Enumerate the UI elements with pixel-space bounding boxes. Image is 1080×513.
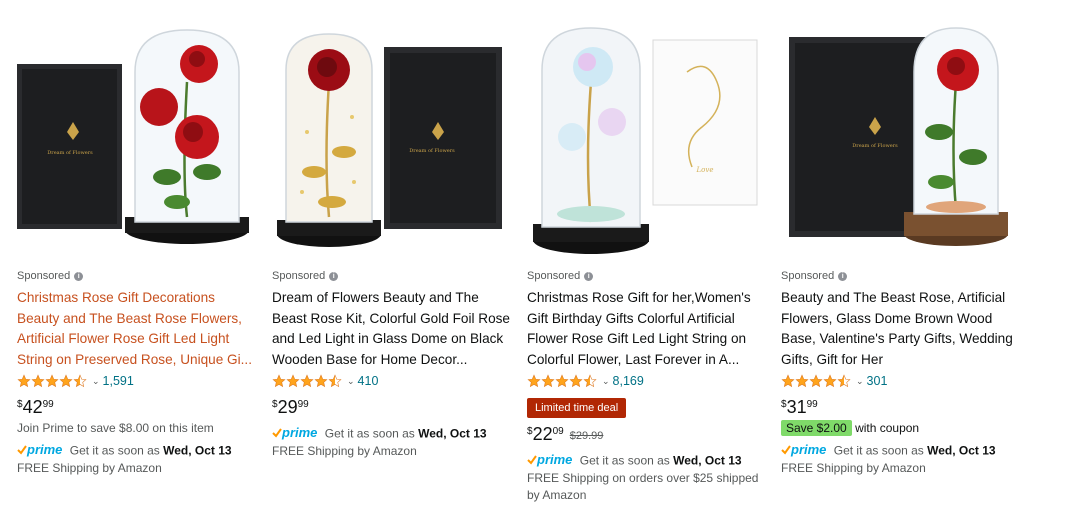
rating-count[interactable]: 301 [867,374,888,388]
chevron-down-icon[interactable]: ⌄ [347,376,355,387]
delivery-line-1: prime Get it as soon as Wed, Oct 13 [17,442,232,458]
info-icon[interactable]: i [838,271,848,281]
prime-logo-icon: prime [272,425,317,440]
info-icon[interactable]: i [329,271,339,281]
svg-text:Dream of Flowers: Dream of Flowers [852,143,898,149]
star-rating-icon[interactable] [17,374,87,388]
product-title-1[interactable]: Christmas Rose Gift Decorations Beauty a… [17,288,259,370]
shipping-text-4: FREE Shipping by Amazon [781,461,926,475]
info-icon[interactable]: i [584,271,594,281]
limited-deal-badge: Limited time deal [527,398,627,418]
rating-3: ⌄ 8,169 [527,374,644,388]
prime-logo-icon: prime [527,452,572,467]
product-card-4: Dream of Flowers Sponsored i Beauty and … [781,0,1026,513]
shipping-text-1: FREE Shipping by Amazon [17,461,162,475]
product-image-3[interactable]: Love [527,22,772,262]
star-rating-icon[interactable] [272,374,342,388]
info-icon[interactable]: i [74,271,84,281]
product-card-3: Love Sponsored i Christmas Rose Gift for… [527,0,772,513]
price-3[interactable]: $ 22 09 $29.99 [527,424,603,445]
svg-text:Love: Love [696,166,714,174]
delivery-line-2: prime Get it as soon as Wed, Oct 13 [272,425,487,441]
rating-2: ⌄ 410 [272,374,378,388]
sponsored-label: Sponsored i [781,270,848,282]
delivery-line-4: prime Get it as soon as Wed, Oct 13 [781,442,996,458]
product-image-4[interactable]: Dream of Flowers [781,22,1026,262]
product-card-2: Dream of Flowers Sponsored i Dream of Fl… [272,0,517,513]
price-1[interactable]: $ 42 99 [17,397,54,418]
product-image-1[interactable]: Dream of Flowers [17,22,262,262]
svg-text:Dream of Flowers: Dream of Flowers [47,150,93,156]
sponsored-label: Sponsored i [527,270,594,282]
svg-text:Dream of Flowers: Dream of Flowers [409,148,455,154]
delivery-date: Wed, Oct 13 [418,426,487,441]
price-4[interactable]: $ 31 99 [781,397,818,418]
shipping-text-3a: FREE Shipping on orders over $25 shipped [527,471,759,485]
star-rating-icon[interactable] [781,374,851,388]
sponsored-label: Sponsored i [17,270,84,282]
shipping-text-2: FREE Shipping by Amazon [272,444,417,458]
shipping-text-3b: by Amazon [527,488,587,502]
delivery-date: Wed, Oct 13 [927,443,996,458]
coupon-badge[interactable]: Save $2.00 [781,420,852,436]
star-rating-icon[interactable] [527,374,597,388]
rating-count[interactable]: 1,591 [103,374,134,388]
rating-4: ⌄ 301 [781,374,887,388]
list-price: $29.99 [569,430,604,442]
product-card-1: Dream of Flowers Sponsored i Christmas R… [17,0,262,513]
chevron-down-icon[interactable]: ⌄ [602,376,610,387]
price-2[interactable]: $ 29 99 [272,397,309,418]
product-title-4[interactable]: Beauty and The Beast Rose, Artificial Fl… [781,288,1023,370]
delivery-date: Wed, Oct 13 [163,443,232,458]
coupon-line: Save $2.00 with coupon [781,420,919,436]
delivery-line-3: prime Get it as soon as Wed, Oct 13 [527,452,742,468]
prime-logo-icon: prime [17,442,62,457]
product-title-2[interactable]: Dream of Flowers Beauty and The Beast Ro… [272,288,514,370]
chevron-down-icon[interactable]: ⌄ [856,376,864,387]
chevron-down-icon[interactable]: ⌄ [92,376,100,387]
rating-1: ⌄ 1,591 [17,374,134,388]
product-title-3[interactable]: Christmas Rose Gift for her,Women's Gift… [527,288,769,370]
prime-logo-icon: prime [781,442,826,457]
product-image-2[interactable]: Dream of Flowers [272,22,517,262]
rating-count[interactable]: 8,169 [613,374,644,388]
rating-count[interactable]: 410 [358,374,379,388]
prime-offer-text: Join Prime to save $8.00 on this item [17,421,214,435]
delivery-date: Wed, Oct 13 [673,453,742,468]
sponsored-label: Sponsored i [272,270,339,282]
